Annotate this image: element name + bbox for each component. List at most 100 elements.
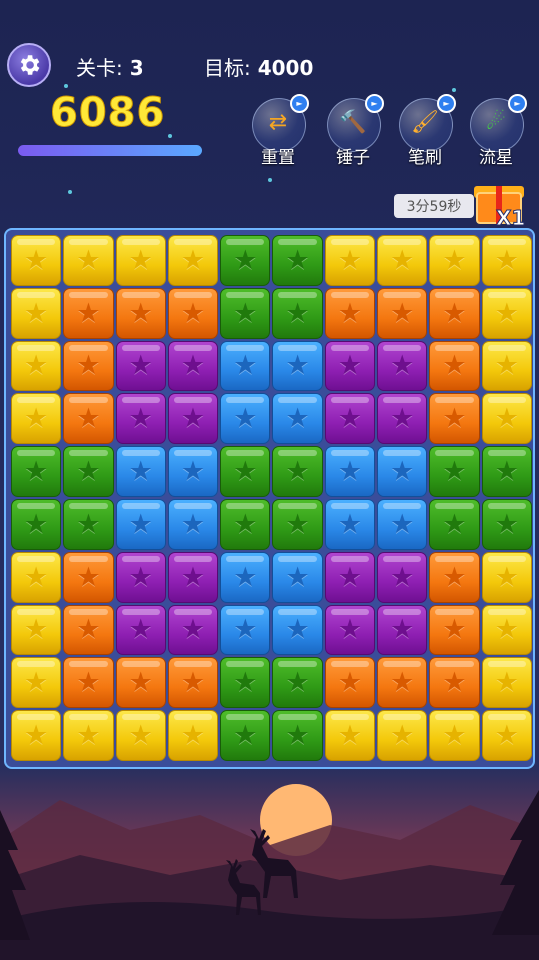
block-green[interactable]: ★ — [11, 446, 62, 497]
block-green[interactable]: ★ — [272, 287, 323, 339]
block-yellow[interactable]: ★ — [377, 235, 428, 286]
block-orange[interactable]: ★ — [429, 393, 480, 445]
block-blue[interactable]: ★ — [272, 604, 323, 656]
block-orange[interactable]: ★ — [429, 340, 480, 392]
block-green[interactable]: ★ — [11, 498, 62, 550]
block-purple[interactable]: ★ — [115, 340, 166, 392]
block-yellow[interactable]: ★ — [481, 393, 532, 445]
block-orange[interactable]: ★ — [63, 604, 114, 656]
block-yellow[interactable]: ★ — [11, 551, 62, 603]
block-purple[interactable]: ★ — [324, 340, 376, 392]
block-yellow[interactable]: ★ — [377, 710, 428, 761]
block-green[interactable]: ★ — [220, 287, 271, 339]
tool-brush-button[interactable]: 🖌 ► 笔刷 — [395, 94, 457, 168]
block-purple[interactable]: ★ — [324, 551, 376, 603]
block-yellow[interactable]: ★ — [11, 710, 62, 761]
block-green[interactable]: ★ — [429, 498, 480, 550]
block-blue[interactable]: ★ — [220, 551, 271, 603]
block-blue[interactable]: ★ — [377, 446, 428, 497]
block-yellow[interactable]: ★ — [481, 604, 532, 656]
block-blue[interactable]: ★ — [115, 498, 166, 550]
block-purple[interactable]: ★ — [115, 604, 166, 656]
block-blue[interactable]: ★ — [324, 446, 376, 497]
block-orange[interactable]: ★ — [324, 657, 376, 709]
block-yellow[interactable]: ★ — [11, 340, 62, 392]
block-yellow[interactable]: ★ — [481, 657, 532, 709]
block-yellow[interactable]: ★ — [63, 235, 114, 286]
block-blue[interactable]: ★ — [220, 340, 271, 392]
block-green[interactable]: ★ — [272, 657, 323, 709]
block-blue[interactable]: ★ — [220, 604, 271, 656]
block-green[interactable]: ★ — [272, 710, 323, 761]
block-blue[interactable]: ★ — [324, 498, 376, 550]
block-yellow[interactable]: ★ — [324, 710, 376, 761]
block-green[interactable]: ★ — [481, 446, 532, 497]
block-yellow[interactable]: ★ — [63, 710, 114, 761]
block-blue[interactable]: ★ — [272, 340, 323, 392]
block-purple[interactable]: ★ — [377, 393, 428, 445]
block-orange[interactable]: ★ — [167, 287, 219, 339]
block-yellow[interactable]: ★ — [167, 235, 219, 286]
block-purple[interactable]: ★ — [167, 604, 219, 656]
block-green[interactable]: ★ — [220, 446, 271, 497]
block-yellow[interactable]: ★ — [167, 710, 219, 761]
block-purple[interactable]: ★ — [377, 340, 428, 392]
block-yellow[interactable]: ★ — [481, 287, 532, 339]
block-blue[interactable]: ★ — [220, 393, 271, 445]
block-green[interactable]: ★ — [272, 446, 323, 497]
block-green[interactable]: ★ — [63, 446, 114, 497]
block-blue[interactable]: ★ — [167, 498, 219, 550]
block-purple[interactable]: ★ — [167, 340, 219, 392]
block-purple[interactable]: ★ — [167, 393, 219, 445]
block-green[interactable]: ★ — [220, 235, 271, 286]
block-blue[interactable]: ★ — [167, 446, 219, 497]
block-green[interactable]: ★ — [272, 235, 323, 286]
block-purple[interactable]: ★ — [377, 551, 428, 603]
block-orange[interactable]: ★ — [63, 340, 114, 392]
block-orange[interactable]: ★ — [429, 604, 480, 656]
block-blue[interactable]: ★ — [272, 393, 323, 445]
block-yellow[interactable]: ★ — [11, 235, 62, 286]
block-yellow[interactable]: ★ — [115, 710, 166, 761]
block-yellow[interactable]: ★ — [11, 393, 62, 445]
block-orange[interactable]: ★ — [377, 287, 428, 339]
block-purple[interactable]: ★ — [324, 604, 376, 656]
tool-meteor-button[interactable]: ☄ ► 流星 — [466, 94, 528, 168]
block-yellow[interactable]: ★ — [481, 340, 532, 392]
block-orange[interactable]: ★ — [63, 287, 114, 339]
block-purple[interactable]: ★ — [167, 551, 219, 603]
block-yellow[interactable]: ★ — [429, 710, 480, 761]
block-yellow[interactable]: ★ — [11, 657, 62, 709]
block-green[interactable]: ★ — [272, 498, 323, 550]
block-yellow[interactable]: ★ — [11, 287, 62, 339]
block-orange[interactable]: ★ — [63, 551, 114, 603]
block-green[interactable]: ★ — [220, 710, 271, 761]
block-orange[interactable]: ★ — [167, 657, 219, 709]
block-green[interactable]: ★ — [220, 657, 271, 709]
block-yellow[interactable]: ★ — [115, 235, 166, 286]
block-yellow[interactable]: ★ — [481, 710, 532, 761]
block-yellow[interactable]: ★ — [429, 235, 480, 286]
block-purple[interactable]: ★ — [377, 604, 428, 656]
block-orange[interactable]: ★ — [115, 657, 166, 709]
settings-button[interactable] — [7, 43, 51, 87]
block-orange[interactable]: ★ — [377, 657, 428, 709]
block-green[interactable]: ★ — [429, 446, 480, 497]
block-blue[interactable]: ★ — [272, 551, 323, 603]
block-orange[interactable]: ★ — [63, 657, 114, 709]
block-yellow[interactable]: ★ — [481, 235, 532, 286]
block-blue[interactable]: ★ — [377, 498, 428, 550]
block-blue[interactable]: ★ — [115, 446, 166, 497]
block-green[interactable]: ★ — [220, 498, 271, 550]
block-yellow[interactable]: ★ — [481, 551, 532, 603]
block-orange[interactable]: ★ — [115, 287, 166, 339]
block-purple[interactable]: ★ — [115, 551, 166, 603]
block-orange[interactable]: ★ — [63, 393, 114, 445]
tool-hammer-button[interactable]: 🔨 ► 锤子 — [323, 94, 385, 168]
block-orange[interactable]: ★ — [429, 551, 480, 603]
block-green[interactable]: ★ — [63, 498, 114, 550]
block-purple[interactable]: ★ — [115, 393, 166, 445]
tool-reset-button[interactable]: ⇄ ► 重置 — [248, 94, 310, 168]
block-green[interactable]: ★ — [481, 498, 532, 550]
block-yellow[interactable]: ★ — [324, 235, 376, 286]
